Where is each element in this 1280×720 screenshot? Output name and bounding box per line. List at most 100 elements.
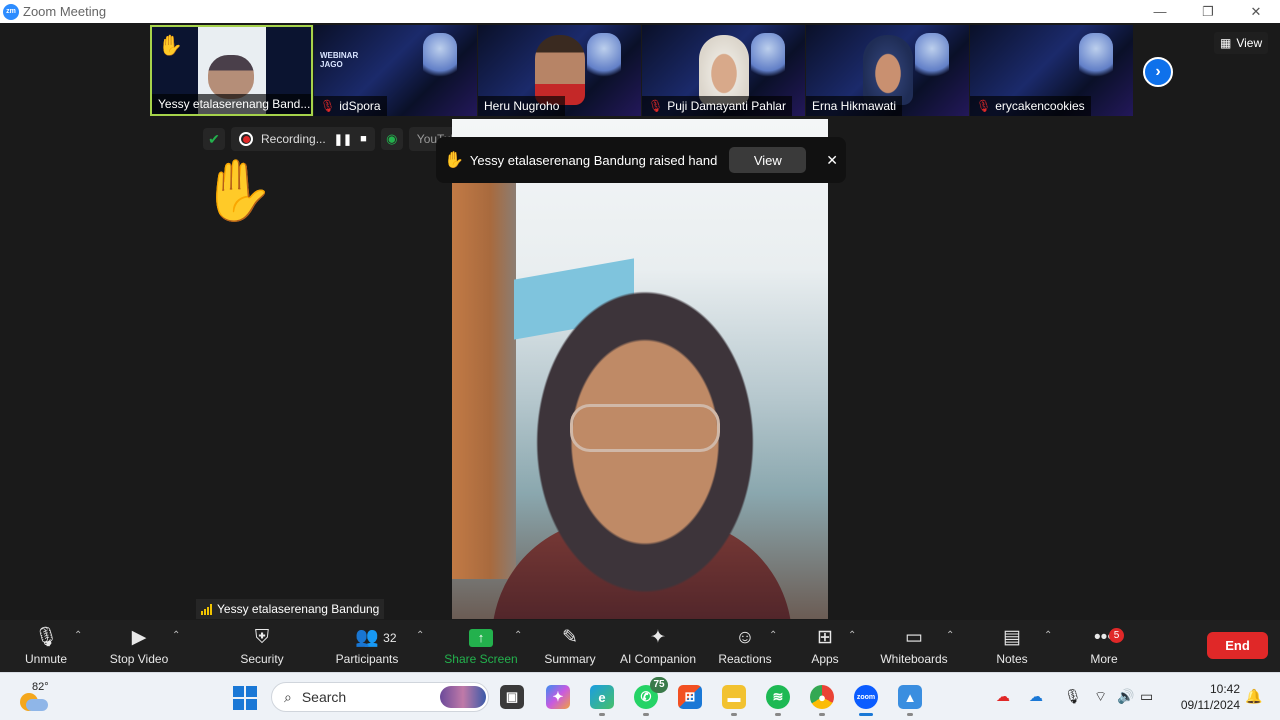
zoom-app-icon[interactable]: zoom <box>854 685 878 716</box>
view-button[interactable]: ▦ View <box>1214 32 1269 54</box>
windows-taskbar: 82° ⌕ Search ▣ ✦ e ✆ 75 ⊞ ▬ ≋ ● zoom ▲ ☁ … <box>0 672 1280 720</box>
muted-mic-icon: 🎙 <box>33 627 59 648</box>
participant-tile-puji[interactable]: 🎙 Puji Damayanti Pahlar <box>642 25 805 116</box>
robot-graphic <box>751 33 785 85</box>
participant-name: 🎙 erycakencookies <box>970 96 1091 116</box>
participant-tile-erycakencookies[interactable]: 🎙 erycakencookies <box>970 25 1133 116</box>
wifi-icon[interactable]: ⌔ <box>1094 688 1107 706</box>
chrome-icon[interactable]: ● <box>810 685 834 716</box>
volume-icon[interactable]: 🔊 <box>1117 688 1134 705</box>
close-notification-button[interactable]: ✕ <box>826 152 838 169</box>
window-title: Zoom Meeting <box>23 4 107 19</box>
participant-video <box>208 55 254 99</box>
webinar-banner: WEBINAR JAGO <box>320 51 359 69</box>
sparkle-icon: ✦ <box>650 627 666 648</box>
video-options-caret[interactable]: ⌃ <box>172 630 180 641</box>
raised-hand-icon: ✋ <box>158 35 183 57</box>
participant-video <box>534 35 585 105</box>
participant-name: Yessy etalaserenang Band... <box>152 94 311 114</box>
end-meeting-button[interactable]: End <box>1207 632 1268 659</box>
notes-options-caret[interactable]: ⌃ <box>1044 630 1052 641</box>
meeting-stage: ✋ Yessy etalaserenang Band... WEBINAR JAG… <box>0 23 1280 620</box>
microsoft-store-icon[interactable]: ⊞ <box>678 685 702 709</box>
more-dots-icon: ••• 5 <box>1094 626 1124 650</box>
summary-button[interactable]: ✎ Summary <box>541 620 599 672</box>
security-button[interactable]: ⛨ Security <box>232 620 292 672</box>
reactions-options-caret[interactable]: ⌃ <box>769 630 777 641</box>
battery-icon[interactable]: ▭ <box>1140 688 1153 705</box>
participant-tile-erna[interactable]: Erna Hikmawati <box>806 25 969 116</box>
notification-view-button[interactable]: View <box>729 147 807 173</box>
robot-graphic <box>1079 33 1113 85</box>
next-page-button[interactable]: › <box>1143 57 1173 87</box>
weather-widget[interactable]: 82° <box>18 681 52 713</box>
encryption-shield-icon[interactable]: ✔ <box>203 128 225 150</box>
reactions-button[interactable]: ☺ Reactions <box>716 620 774 672</box>
smiley-icon: ☺ <box>735 627 755 648</box>
restore-button[interactable]: ❐ <box>1184 0 1232 23</box>
share-options-caret[interactable]: ⌃ <box>514 630 522 641</box>
copilot-icon[interactable]: ✦ <box>546 685 570 709</box>
clock-date: 09/11/2024 <box>1180 698 1240 712</box>
more-button[interactable]: ••• 5 More <box>1084 620 1124 672</box>
notification-bell-icon[interactable]: 🔔 <box>1245 688 1262 705</box>
apps-options-caret[interactable]: ⌃ <box>848 630 856 641</box>
system-clock[interactable]: 10:42 09/11/2024 <box>1170 681 1240 713</box>
summary-icon: ✎ <box>562 627 578 648</box>
robot-graphic <box>423 33 457 85</box>
share-screen-button[interactable]: ↑ Share Screen <box>443 620 519 672</box>
apps-icon: ⊞ <box>817 627 833 648</box>
participant-tile-heru[interactable]: Heru Nugroho <box>478 25 641 116</box>
close-window-button[interactable]: ✕ <box>1232 0 1280 23</box>
pause-recording-button[interactable]: ❚❚ <box>334 133 352 146</box>
unmute-button[interactable]: 🎙 Unmute <box>20 620 72 672</box>
stop-video-button[interactable]: ▶ Stop Video <box>104 620 174 672</box>
live-stream-icon[interactable]: ◉ <box>380 128 403 150</box>
weather-cloud-icon <box>26 699 48 711</box>
notification-message: Yessy etalaserenang Bandung raised hand <box>469 152 718 168</box>
search-highlight-image <box>440 686 486 708</box>
recording-indicator: Recording... ❚❚ ■ <box>231 127 375 151</box>
microphone-icon[interactable]: 🎙 <box>1064 688 1082 705</box>
participants-count: 32 <box>383 631 397 645</box>
speaker-name-label: Yessy etalaserenang Bandung <box>196 599 385 619</box>
video-camera-icon: ▶ <box>131 627 147 648</box>
robot-graphic <box>587 33 621 85</box>
audio-options-caret[interactable]: ⌃ <box>74 630 82 641</box>
onedrive-icon[interactable]: ☁ <box>1029 688 1043 705</box>
notes-icon: ▤ <box>1003 627 1021 648</box>
stop-recording-button[interactable]: ■ <box>360 133 367 145</box>
start-button[interactable] <box>233 686 257 710</box>
photos-icon[interactable]: ▲ <box>898 685 922 716</box>
signal-bars-icon <box>201 603 212 615</box>
participant-name: 🎙 idSpora <box>314 96 387 116</box>
search-placeholder: Search <box>301 689 347 705</box>
notes-button[interactable]: ▤ Notes <box>991 620 1033 672</box>
minimize-button[interactable]: — <box>1136 0 1184 23</box>
muted-mic-icon: 🎙 <box>976 99 992 113</box>
participant-video <box>862 35 913 105</box>
clock-time: 10:42 <box>1209 682 1240 696</box>
spotify-icon[interactable]: ≋ <box>766 685 790 716</box>
whatsapp-icon[interactable]: ✆ 75 <box>634 677 668 716</box>
ai-companion-button[interactable]: ✦ AI Companion <box>617 620 699 672</box>
onedrive-error-icon[interactable]: ☁ <box>996 688 1010 705</box>
weather-temperature: 82° <box>32 681 49 693</box>
grid-icon: ▦ <box>1220 36 1232 50</box>
whiteboard-icon: ▭ <box>905 627 923 648</box>
file-explorer-icon[interactable]: ▬ <box>722 685 746 716</box>
whiteboards-button[interactable]: ▭ Whiteboards <box>876 620 952 672</box>
apps-button[interactable]: ⊞ Apps <box>805 620 845 672</box>
raised-hand-notification: ✋ Yessy etalaserenang Bandung raised han… <box>436 137 846 183</box>
participant-tile-idspora[interactable]: WEBINAR JAGO 🎙 idSpora <box>314 25 477 116</box>
participants-button[interactable]: 👥 32 Participants <box>330 620 404 672</box>
participant-tile-yessy[interactable]: ✋ Yessy etalaserenang Band... <box>150 25 313 116</box>
window-controls: — ❐ ✕ <box>1136 0 1280 23</box>
participants-options-caret[interactable]: ⌃ <box>416 630 424 641</box>
participant-strip: ✋ Yessy etalaserenang Band... WEBINAR JAG… <box>150 25 1133 116</box>
task-view-icon[interactable]: ▣ <box>500 685 524 709</box>
whiteboards-options-caret[interactable]: ⌃ <box>946 630 954 641</box>
edge-icon[interactable]: e <box>590 685 614 716</box>
search-icon: ⌕ <box>284 688 292 705</box>
taskbar-search[interactable]: ⌕ Search <box>271 682 489 712</box>
